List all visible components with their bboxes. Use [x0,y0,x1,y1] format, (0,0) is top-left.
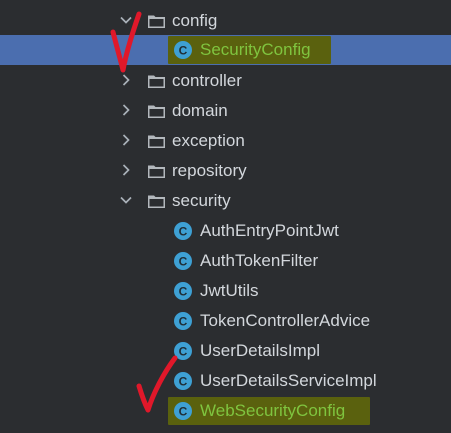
chevron-right-icon[interactable] [119,133,133,147]
chevron-down-icon[interactable] [119,193,133,207]
folder-icon [148,195,165,208]
svg-text:C: C [179,44,188,58]
tree-item-label: WebSecurityConfig [200,401,346,420]
tree-file-userdetailsserviceimpl[interactable]: C UserDetailsServiceImpl [0,366,451,396]
tree-file-securityconfig[interactable]: C SecurityConfig [0,35,451,65]
project-tree: config C SecurityConfig controller domai… [0,0,451,433]
folder-icon [148,165,165,178]
tree-folder-repository[interactable]: repository [0,156,451,186]
tree-file-tokencontrolleradvice[interactable]: C TokenControllerAdvice [0,306,451,336]
class-icon: C [174,41,192,59]
svg-text:C: C [179,405,188,419]
tree-folder-exception[interactable]: exception [0,126,451,156]
tree-item-label: AuthEntryPointJwt [200,221,339,240]
tree-row-partial[interactable] [0,426,451,433]
tree-folder-config[interactable]: config [0,6,451,36]
class-icon: C [174,252,192,270]
folder-icon [148,135,165,148]
class-icon: C [174,312,192,330]
svg-text:C: C [179,255,188,269]
class-icon: C [174,372,192,390]
tree-item-label: security [172,191,231,210]
tree-item-label: TokenControllerAdvice [200,311,371,330]
class-icon: C [174,222,192,240]
tree-item-label: repository [172,161,247,180]
tree-folder-controller[interactable]: controller [0,66,451,96]
tree-file-websecurityconfig[interactable]: C WebSecurityConfig [0,396,451,426]
class-icon: C [174,282,192,300]
class-icon: C [174,402,192,420]
tree-item-label: SecurityConfig [200,40,311,59]
chevron-down-icon[interactable] [119,13,133,27]
tree-folder-security[interactable]: security [0,186,451,216]
tree-file-authentrypointjwt[interactable]: C AuthEntryPointJwt [0,216,451,246]
tree-item-label: controller [172,71,242,90]
svg-text:C: C [179,345,188,359]
tree-file-jwtutils[interactable]: C JwtUtils [0,276,451,306]
class-icon: C [174,342,192,360]
folder-icon [148,15,165,28]
tree-item-label: UserDetailsServiceImpl [200,371,377,390]
svg-text:C: C [179,375,188,389]
svg-text:C: C [179,285,188,299]
folder-icon [148,105,165,118]
tree-item-label: config [172,11,218,30]
folder-icon [148,75,165,88]
tree-file-userdetailsimpl[interactable]: C UserDetailsImpl [0,336,451,366]
tree-item-label: AuthTokenFilter [200,251,319,270]
tree-folder-domain[interactable]: domain [0,96,451,126]
tree-item-label: JwtUtils [200,281,259,300]
tree-item-label: UserDetailsImpl [200,341,320,360]
chevron-right-icon[interactable] [119,73,133,87]
chevron-right-icon[interactable] [119,103,133,117]
tree-item-label: exception [172,131,245,150]
chevron-right-icon[interactable] [119,163,133,177]
tree-item-label: domain [172,101,228,120]
svg-text:C: C [179,315,188,329]
tree-file-authtokenfilter[interactable]: C AuthTokenFilter [0,246,451,276]
svg-text:C: C [179,225,188,239]
